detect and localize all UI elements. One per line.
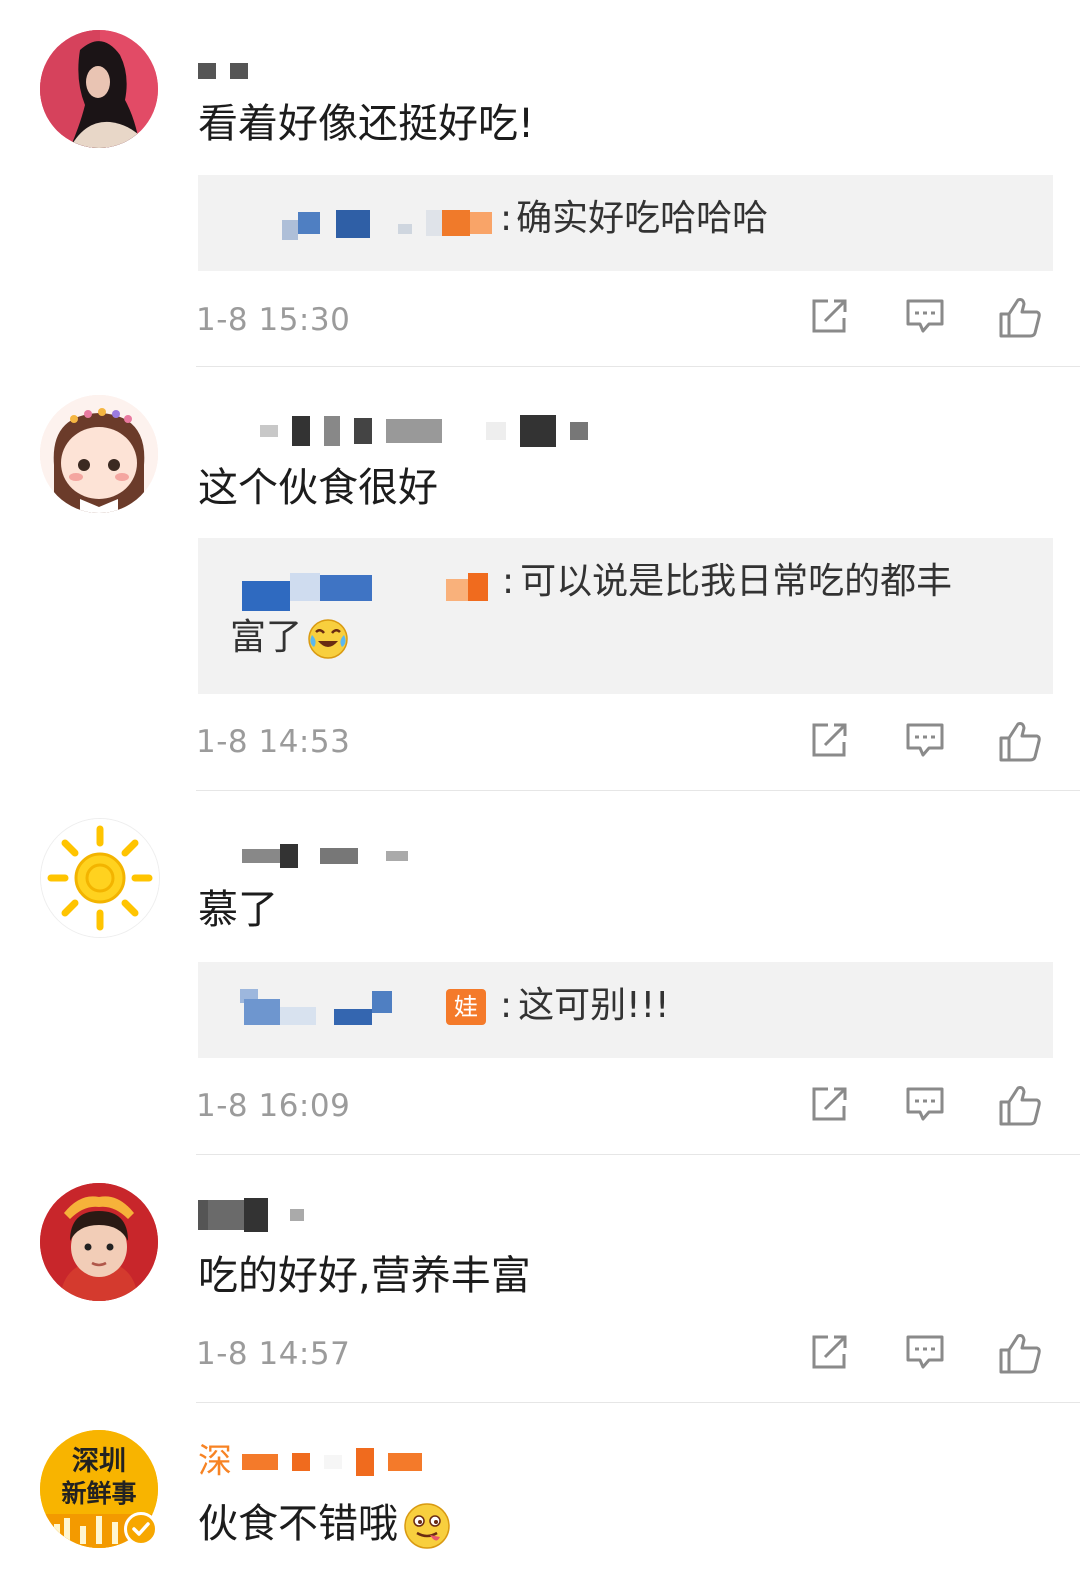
divider <box>196 366 1080 367</box>
avatar[interactable] <box>40 395 158 513</box>
reply-username-mosaic[interactable] <box>230 202 492 240</box>
member-badge: 娃 <box>446 989 486 1025</box>
comment-text-content: 伙食不错哦 <box>198 1501 398 1547</box>
share-icon[interactable] <box>810 296 854 340</box>
comment-icon[interactable] <box>905 1332 949 1376</box>
share-icon[interactable] <box>810 1332 854 1376</box>
reply-colon: : <box>500 198 513 239</box>
timestamp: 1-8 14:53 <box>196 724 351 760</box>
share-icon[interactable] <box>810 1084 854 1128</box>
avatar-logo-line1: 深圳 <box>72 1446 126 1477</box>
reply-colon: : <box>502 561 515 602</box>
reply-username-mosaic[interactable] <box>230 565 488 611</box>
like-icon[interactable] <box>998 1332 1042 1376</box>
action-bar <box>810 720 1050 764</box>
action-bar <box>810 1332 1050 1376</box>
reply-colon: : <box>500 985 513 1026</box>
comment-icon[interactable] <box>905 296 949 340</box>
reply-text: 可以说是比我日常吃的都丰 <box>520 561 953 602</box>
username-mosaic[interactable] <box>198 52 758 88</box>
reply-box[interactable]: : 确实好吃哈哈哈 <box>198 175 1053 271</box>
avatar-logo-line2: 新鲜事 <box>61 1479 136 1508</box>
username-official[interactable]: 深 <box>198 1443 758 1479</box>
avatar[interactable] <box>40 818 160 938</box>
avatar-image-cartoon-girl <box>40 395 158 513</box>
reply-box[interactable]: 娃: 这可别!!! <box>198 962 1053 1058</box>
laugh-cry-emoji-icon <box>306 617 350 661</box>
comment-text: 这个伙食很好 <box>198 465 438 511</box>
username-mosaic[interactable] <box>198 412 758 448</box>
verified-badge-icon <box>124 1512 158 1546</box>
reply-text-continued: 富了 <box>230 617 303 658</box>
reply-username-mosaic[interactable] <box>230 989 444 1025</box>
action-bar <box>810 296 1050 340</box>
avatar-image-sun <box>41 819 159 937</box>
share-icon[interactable] <box>810 720 854 764</box>
avatar-image-woman <box>40 30 158 148</box>
divider <box>196 1154 1080 1155</box>
username-mosaic[interactable] <box>198 837 758 873</box>
username-first-char: 深 <box>198 1443 232 1480</box>
divider <box>196 1402 1080 1403</box>
like-icon[interactable] <box>998 296 1042 340</box>
comment-text: 慕了 <box>198 887 278 933</box>
divider <box>196 790 1080 791</box>
avatar[interactable] <box>40 1183 158 1301</box>
reply-text: 确实好吃哈哈哈 <box>516 198 769 239</box>
avatar[interactable] <box>40 30 158 148</box>
comment-text: 吃的好好,营养丰富 <box>198 1253 531 1299</box>
timestamp: 1-8 15:30 <box>196 302 351 338</box>
comment-icon[interactable] <box>905 720 949 764</box>
tongue-emoji-icon <box>402 1501 452 1551</box>
reply-box[interactable]: : 可以说是比我日常吃的都丰 富了 <box>198 538 1053 694</box>
timestamp: 1-8 14:57 <box>196 1336 351 1372</box>
comment-text: 看着好像还挺好吃! <box>198 101 535 147</box>
avatar-image-child <box>40 1183 158 1301</box>
comment-text: 伙食不错哦 <box>198 1496 452 1552</box>
like-icon[interactable] <box>998 1084 1042 1128</box>
timestamp: 1-8 16:09 <box>196 1088 351 1124</box>
username-mosaic[interactable] <box>198 1196 758 1232</box>
reply-text: 这可别!!! <box>518 985 670 1026</box>
comment-icon[interactable] <box>905 1084 949 1128</box>
action-bar <box>810 1084 1050 1128</box>
like-icon[interactable] <box>998 720 1042 764</box>
